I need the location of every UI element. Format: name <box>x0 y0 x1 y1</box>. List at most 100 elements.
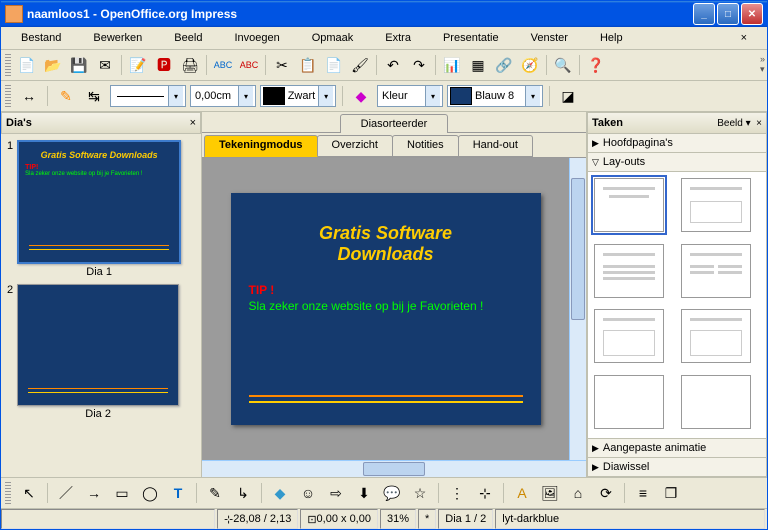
align-tool[interactable]: ≡ <box>631 481 655 505</box>
maximize-button[interactable]: □ <box>717 3 739 25</box>
menu-format[interactable]: Opmaak <box>296 30 370 46</box>
titlebar[interactable]: naamloos1 - OpenOffice.org Impress _ □ ✕ <box>1 1 767 27</box>
menu-edit[interactable]: Bewerken <box>77 30 158 46</box>
curve-tool[interactable]: ✎ <box>203 481 227 505</box>
rotate-tool[interactable]: ⟳ <box>594 481 618 505</box>
vscroll-thumb[interactable] <box>571 178 585 320</box>
basic-shapes-tool[interactable]: ◆ <box>268 481 292 505</box>
stars-tool[interactable]: ☆ <box>408 481 432 505</box>
print-button[interactable]: 🖨 <box>178 53 202 77</box>
help-button[interactable]: ❓ <box>584 53 608 77</box>
line-style-button[interactable]: ✎ <box>54 84 78 108</box>
tab-drawing[interactable]: Tekeningmodus <box>204 135 318 157</box>
menu-file[interactable]: Bestand <box>5 30 77 46</box>
arrow-style-button[interactable]: ↔ <box>17 84 41 108</box>
redo-button[interactable]: ↷ <box>407 53 431 77</box>
menu-window[interactable]: Venster <box>515 30 584 46</box>
undo-button[interactable]: ↶ <box>381 53 405 77</box>
menu-help[interactable]: Help <box>584 30 639 46</box>
task-section-custom-anim[interactable]: ▶Aangepaste animatie <box>587 439 767 458</box>
callouts-tool[interactable]: 💬 <box>380 481 404 505</box>
line-style-combo[interactable]: ▾ <box>110 85 186 107</box>
format-paint-button[interactable]: 🖌 <box>348 53 372 77</box>
fill-type-combo[interactable]: Kleur▾ <box>377 85 443 107</box>
arrange-tool[interactable]: ❐ <box>659 481 683 505</box>
toolbar-grip-2[interactable] <box>5 85 11 107</box>
menu-tools[interactable]: Extra <box>369 30 427 46</box>
hyperlink-button[interactable]: 🔗 <box>492 53 516 77</box>
status-zoom[interactable]: 31% <box>380 509 416 529</box>
fontwork-tool[interactable]: A <box>510 481 534 505</box>
connector-tool[interactable]: ↳ <box>231 481 255 505</box>
tasks-view-menu[interactable]: Beeld ▾ × <box>717 118 762 129</box>
new-button[interactable]: 📄 <box>15 53 39 77</box>
email-button[interactable]: ✉ <box>93 53 117 77</box>
arrow-tool[interactable]: → <box>82 481 106 505</box>
canvas-area[interactable]: Gratis SoftwareDownloads TIP ! Sla zeker… <box>202 158 569 460</box>
toolbar-grip[interactable] <box>5 54 11 76</box>
text-tool[interactable]: T <box>166 481 190 505</box>
symbol-shapes-tool[interactable]: ☺ <box>296 481 320 505</box>
slide-canvas[interactable]: Gratis SoftwareDownloads TIP ! Sla zeker… <box>231 193 541 425</box>
hscroll-thumb[interactable] <box>363 462 425 476</box>
layout-item[interactable] <box>594 178 664 232</box>
flowchart-tool[interactable]: ⬇ <box>352 481 376 505</box>
task-section-slide-trans[interactable]: ▶Diawissel <box>587 458 767 477</box>
shadow-button[interactable]: ◪ <box>556 84 580 108</box>
block-arrows-tool[interactable]: ⇨ <box>324 481 348 505</box>
gallery-tool[interactable]: ⌂ <box>566 481 590 505</box>
horizontal-scrollbar[interactable] <box>202 460 586 477</box>
toolbar-grip-3[interactable] <box>5 482 11 504</box>
menu-presentation[interactable]: Presentatie <box>427 30 515 46</box>
table-button[interactable]: ▦ <box>466 53 490 77</box>
slide-thumbnail-2[interactable] <box>17 284 179 406</box>
from-file-tool[interactable]: 🖼 <box>538 481 562 505</box>
edit-file-button[interactable]: 📝 <box>126 53 150 77</box>
line-color-combo[interactable]: Zwart▾ <box>260 85 336 107</box>
layout-item[interactable] <box>681 309 751 363</box>
rect-tool[interactable]: ▭ <box>110 481 134 505</box>
menu-view[interactable]: Beeld <box>158 30 218 46</box>
layout-item[interactable] <box>681 244 751 298</box>
tab-handout[interactable]: Hand-out <box>458 135 533 157</box>
slides-panel-close[interactable]: × <box>190 117 196 129</box>
copy-button[interactable]: 📋 <box>296 53 320 77</box>
task-section-masterpages[interactable]: ▶Hoofdpagina's <box>587 134 767 153</box>
menu-insert[interactable]: Invoegen <box>218 30 295 46</box>
tab-slidesorter[interactable]: Diasorteerder <box>340 114 449 133</box>
vertical-scrollbar[interactable] <box>569 158 586 460</box>
layout-item[interactable] <box>594 244 664 298</box>
select-tool[interactable]: ↖ <box>17 481 41 505</box>
layout-item[interactable] <box>681 375 751 429</box>
line-width-combo[interactable]: 0,00cm▾ <box>190 85 256 107</box>
toolbar-overflow[interactable]: »▾ <box>760 54 765 75</box>
spellcheck-button[interactable]: ABC <box>211 53 235 77</box>
fill-color-combo[interactable]: Blauw 8▾ <box>447 85 543 107</box>
ellipse-tool[interactable]: ◯ <box>138 481 162 505</box>
paste-button[interactable]: 📄 <box>322 53 346 77</box>
slide-thumbnail-1[interactable]: Gratis Software Downloads TIP! Sla zeker… <box>17 140 181 264</box>
doc-close-button[interactable]: × <box>725 30 763 46</box>
autospell-button[interactable]: ABC <box>237 53 261 77</box>
points-tool[interactable]: ⋮ <box>445 481 469 505</box>
layout-item[interactable] <box>594 309 664 363</box>
layout-item[interactable] <box>594 375 664 429</box>
navigator-button[interactable]: 🧭 <box>518 53 542 77</box>
area-fill-button[interactable]: ◆ <box>349 84 373 108</box>
open-button[interactable]: 📂 <box>41 53 65 77</box>
save-button[interactable]: 💾 <box>67 53 91 77</box>
tab-notes[interactable]: Notities <box>392 135 459 157</box>
zoom-button[interactable]: 🔍 <box>551 53 575 77</box>
close-button[interactable]: ✕ <box>741 3 763 25</box>
cut-button[interactable]: ✂ <box>270 53 294 77</box>
gluepoints-tool[interactable]: ⊹ <box>473 481 497 505</box>
layout-item[interactable] <box>681 178 751 232</box>
line-color-swatch <box>263 87 285 105</box>
pdf-button[interactable]: 🅿 <box>152 53 176 77</box>
chart-button[interactable]: 📊 <box>440 53 464 77</box>
arrow-ends-button[interactable]: ↹ <box>82 84 106 108</box>
minimize-button[interactable]: _ <box>693 3 715 25</box>
tab-outline[interactable]: Overzicht <box>317 135 393 157</box>
task-section-layouts[interactable]: ▽Lay-outs <box>587 153 767 172</box>
line-tool[interactable]: ／ <box>54 481 78 505</box>
